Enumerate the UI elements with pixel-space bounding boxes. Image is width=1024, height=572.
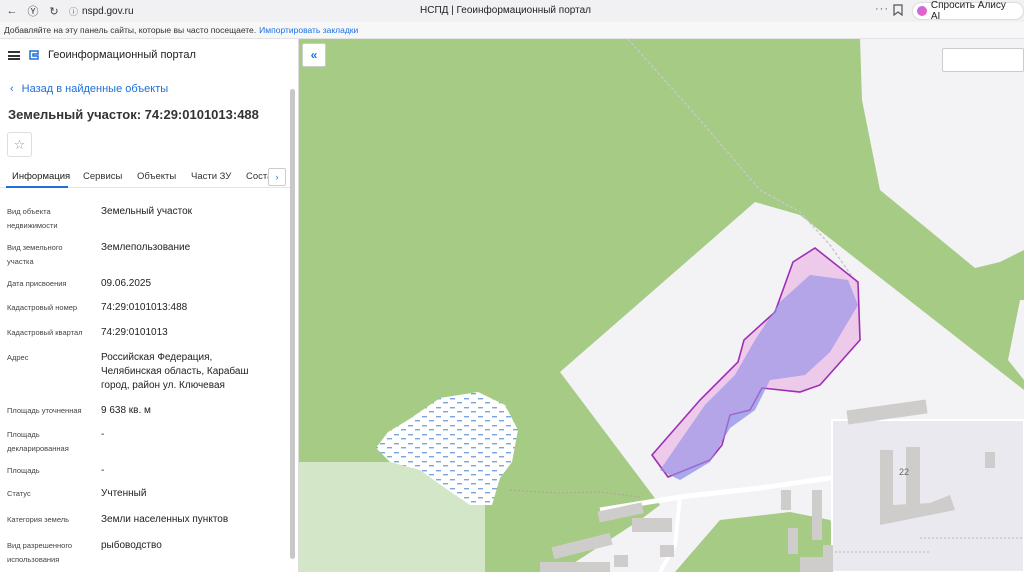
- field-label: Площадь уточненная: [7, 406, 82, 415]
- field-label: Адрес: [7, 353, 29, 362]
- tab-info[interactable]: Информация: [12, 171, 70, 182]
- field-value: 09.06.2025: [101, 278, 152, 289]
- collapse-panel-icon[interactable]: «: [302, 43, 326, 67]
- field-label: Площадь: [7, 466, 40, 475]
- field-value: -: [101, 465, 105, 476]
- tab-title: НСПД | Геоинформационный портал: [420, 5, 591, 16]
- yandex-icon[interactable]: Ⓨ: [24, 2, 42, 20]
- built-up-block: [831, 419, 1024, 572]
- field-value: Земельный участок: [101, 206, 193, 217]
- address-bar[interactable]: ⓘ nspd.gov.ru: [69, 5, 134, 18]
- info-panel: Геоинформационный портал ‹ Назад в найде…: [0, 39, 299, 572]
- bookmarks-bar: Добавляйте на эту панель сайты, которые …: [0, 22, 1024, 39]
- field-value: 74:29:0101013:488: [101, 302, 188, 313]
- field-value: 9 638 кв. м: [101, 405, 151, 416]
- address-text: nspd.gov.ru: [82, 5, 134, 17]
- map-layer: [299, 39, 1024, 572]
- back-link[interactable]: ‹ Назад в найденные объекты: [10, 83, 168, 95]
- panel-scrollbar[interactable]: [290, 89, 295, 559]
- field-value: -: [101, 429, 105, 440]
- alice-label: Спросить Алису AI: [930, 0, 1006, 22]
- more-icon[interactable]: ···: [875, 3, 889, 15]
- map-canvas[interactable]: 22: [299, 39, 1024, 572]
- tab-services[interactable]: Сервисы: [83, 171, 122, 182]
- field-value: Землепользование: [101, 242, 191, 253]
- site-info-icon[interactable]: ⓘ: [69, 5, 78, 18]
- field-label: Площадь декларированная: [7, 430, 69, 453]
- page-title: Земельный участок: 74:29:0101013:488: [8, 107, 259, 122]
- active-tab-indicator: [6, 186, 68, 188]
- field-value: Учтенный: [101, 488, 147, 499]
- field-label: Категория земель: [7, 515, 70, 524]
- tab-bar: Информация Сервисы Объекты Части ЗУ Сост…: [0, 164, 290, 188]
- reload-icon[interactable]: ↻: [45, 2, 63, 20]
- favorite-star-icon[interactable]: ☆: [7, 132, 32, 157]
- field-value: Земли населенных пунктов: [101, 514, 229, 525]
- field-label: Кадастровый квартал: [7, 328, 83, 337]
- tab-parts[interactable]: Части ЗУ: [191, 171, 231, 182]
- back-link-label: Назад в найденные объекты: [21, 83, 169, 95]
- field-value: 74:29:0101013: [101, 327, 168, 338]
- bookmarks-hint: Добавляйте на эту панель сайты, которые …: [4, 25, 257, 35]
- alice-icon: [917, 6, 927, 16]
- chevron-left-icon: ‹: [10, 83, 14, 95]
- portal-title: Геоинформационный портал: [48, 49, 196, 61]
- field-label: Кадастровый номер: [7, 303, 78, 312]
- portal-logo-icon: [29, 50, 39, 60]
- portal-header: Геоинформационный портал: [8, 49, 196, 61]
- map-search-input[interactable]: [942, 48, 1024, 72]
- field-label: Вид объекта недвижимости: [7, 207, 58, 230]
- field-label: Вид земельного участка: [7, 243, 63, 266]
- import-bookmarks-link[interactable]: Импортировать закладки: [259, 25, 358, 35]
- browser-toolbar: ← Ⓨ ↻ ⓘ nspd.gov.ru НСПД | Геоинформацио…: [0, 0, 1024, 22]
- field-label: Вид разрешенного использования: [7, 541, 73, 564]
- bookmark-icon[interactable]: [893, 4, 903, 16]
- building-number: 22: [899, 467, 910, 477]
- field-value: Российская Федерация, Челябинская област…: [101, 352, 249, 391]
- tab-objects[interactable]: Объекты: [137, 171, 176, 182]
- field-label: Дата присвоения: [7, 279, 67, 288]
- back-arrow-icon[interactable]: ←: [3, 2, 21, 20]
- menu-icon[interactable]: [8, 50, 20, 60]
- field-label: Статус: [7, 489, 31, 498]
- field-value: рыбоводство: [101, 540, 162, 551]
- clearing-area: [860, 39, 1024, 268]
- tabs-next-icon[interactable]: ›: [268, 168, 286, 186]
- alice-button[interactable]: Спросить Алису AI: [912, 0, 1024, 22]
